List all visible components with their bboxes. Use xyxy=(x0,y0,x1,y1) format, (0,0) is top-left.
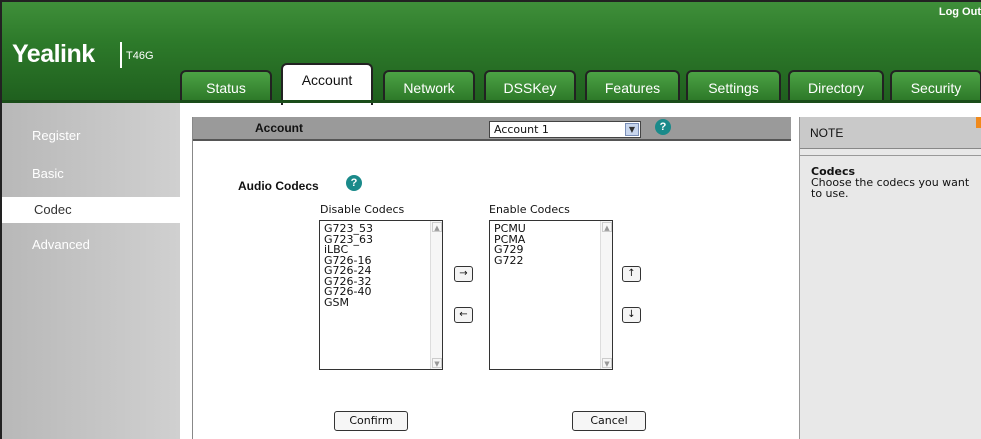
scroll-down-icon[interactable]: ▼ xyxy=(432,358,442,368)
note-body: Choose the codecs you want to use. xyxy=(811,176,970,200)
note-header-label: NOTE xyxy=(810,126,844,140)
scroll-up-icon[interactable]: ▲ xyxy=(432,222,442,232)
disable-codecs-label: Disable Codecs xyxy=(320,203,405,216)
scrollbar[interactable]: ▲ ▼ xyxy=(430,221,442,369)
tab-dsskey[interactable]: DSSKey xyxy=(484,70,576,103)
chevron-down-icon[interactable]: ▼ xyxy=(625,123,639,136)
audio-codecs-help-icon[interactable]: ? xyxy=(346,175,362,191)
account-bar-label: Account xyxy=(255,121,303,135)
tab-security[interactable]: Security xyxy=(890,70,981,103)
sidebar-item-register[interactable]: Register xyxy=(32,128,80,143)
scrollbar[interactable]: ▲ ▼ xyxy=(600,221,612,369)
sidebar-item-basic[interactable]: Basic xyxy=(32,166,64,181)
app-window: Yealink T46G Log Out Status Account Netw… xyxy=(0,0,981,439)
main-panel: Account Account 1 ▼ ? Audio Codecs ? Dis… xyxy=(192,117,791,439)
account-select[interactable]: Account 1 ▼ xyxy=(489,121,641,138)
move-up-button[interactable]: ↑ xyxy=(622,266,641,282)
model-label: T46G xyxy=(126,50,154,62)
enable-codecs-label: Enable Codecs xyxy=(489,203,570,216)
tab-network[interactable]: Network xyxy=(383,70,475,103)
sidebar-item-codec[interactable]: Codec xyxy=(2,197,180,223)
logo-separator xyxy=(120,42,122,68)
list-item[interactable]: G722 xyxy=(494,255,612,267)
note-panel: NOTE Codecs Choose the codecs you want t… xyxy=(799,117,981,439)
sidebar: Register Basic Codec Advanced xyxy=(2,103,180,439)
list-item[interactable]: GSM xyxy=(324,297,442,309)
confirm-button[interactable]: Confirm xyxy=(334,411,408,431)
logout-link[interactable]: Log Out xyxy=(939,6,981,18)
scroll-up-icon[interactable]: ▲ xyxy=(602,222,612,232)
header: Yealink T46G Log Out Status Account Netw… xyxy=(2,2,981,105)
move-left-button[interactable]: ← xyxy=(454,307,473,323)
section-title: Audio Codecs xyxy=(238,179,319,193)
help-icon[interactable]: ? xyxy=(655,119,671,135)
tab-features[interactable]: Features xyxy=(585,70,680,103)
tab-settings[interactable]: Settings xyxy=(686,70,781,103)
note-header: NOTE xyxy=(800,117,981,149)
cancel-button[interactable]: Cancel xyxy=(572,411,646,431)
scroll-down-icon[interactable]: ▼ xyxy=(602,358,612,368)
account-bar: Account Account 1 ▼ ? xyxy=(193,117,791,141)
tab-status[interactable]: Status xyxy=(180,70,272,103)
disable-codecs-list[interactable]: G723_53 G723_63 iLBC G726-16 G726-24 G72… xyxy=(319,220,443,370)
note-corner-marker xyxy=(976,117,981,128)
move-down-button[interactable]: ↓ xyxy=(622,307,641,323)
move-right-button[interactable]: → xyxy=(454,266,473,282)
tab-account[interactable]: Account xyxy=(281,63,373,105)
account-select-value: Account 1 xyxy=(494,123,549,136)
note-divider xyxy=(800,155,981,156)
brand-logo: Yealink xyxy=(12,40,95,68)
enable-codecs-list[interactable]: PCMU PCMA G729 G722 ▲ ▼ xyxy=(489,220,613,370)
sidebar-item-advanced[interactable]: Advanced xyxy=(32,237,90,252)
tab-directory[interactable]: Directory xyxy=(788,70,884,103)
